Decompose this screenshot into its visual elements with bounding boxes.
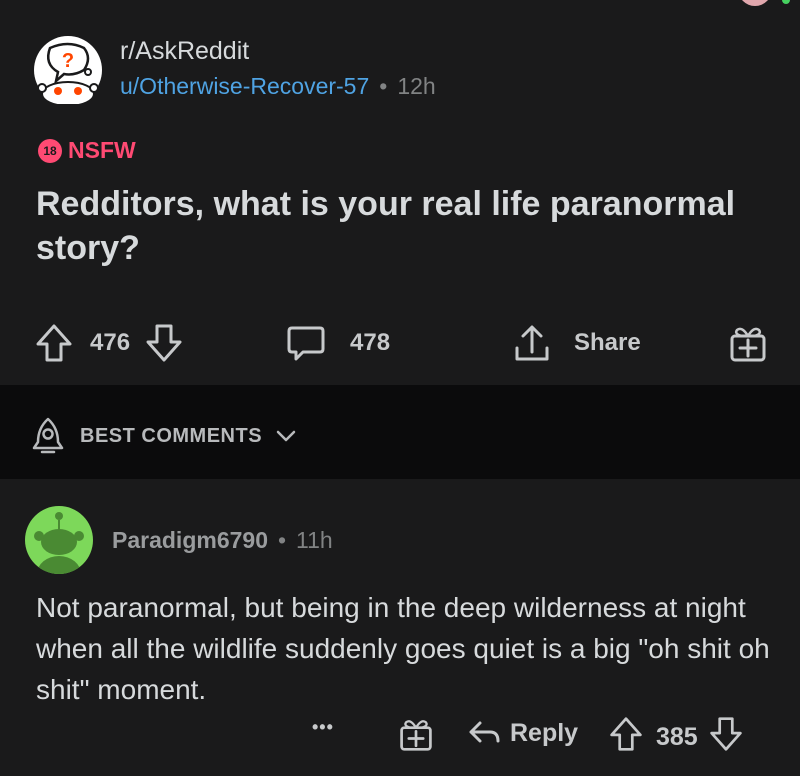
comment-card: Paradigm6790 • 11h Not paranormal, but bei… [0,479,800,776]
comment-vote-group: 385 [608,715,744,760]
subreddit-name[interactable]: r/AskReddit [120,37,249,66]
downvote-button[interactable] [144,322,184,364]
chevron-down-icon [276,430,296,442]
more-options-button[interactable]: ••• [312,717,334,738]
comment-upvote-button[interactable] [608,715,644,760]
post-author[interactable]: u/Otherwise-Recover-57 [120,73,369,99]
gift-award-icon [730,327,766,362]
comment-author[interactable]: Paradigm6790 [112,527,268,553]
rocket-icon [32,417,64,454]
upvote-arrow-icon [36,324,72,362]
svg-text:?: ? [62,50,74,72]
post-title[interactable]: Redditors, what is your real life parano… [36,182,756,270]
comment-count: 478 [350,329,391,356]
upvote-button[interactable] [34,322,74,364]
downvote-arrow-icon [146,324,182,362]
comment-bubble-icon [287,326,325,361]
vote-group: 476 [34,322,184,364]
downvote-arrow-icon [709,717,742,751]
meta-separator: • [277,527,287,553]
comment-score: 385 [656,723,698,751]
sort-label: BEST COMMENTS [80,424,263,447]
subreddit-avatar[interactable]: ? [34,36,102,107]
meta-separator: • [379,73,388,99]
award-button[interactable] [728,322,768,364]
nsfw-label: NSFW [68,137,136,163]
comment-body: Not paranormal, but being in the deep wi… [36,592,770,705]
comments-button[interactable]: 478 [286,322,390,364]
sort-selector[interactable]: BEST COMMENTS [28,416,298,456]
comment-downvote-button[interactable] [708,715,744,760]
nsfw-tag: 18 NSFW [38,137,136,164]
snoo-avatar-icon [34,512,84,574]
comment-meta: Paradigm6790 • 11h [112,527,333,554]
reply-label: Reply [510,718,579,747]
comment-sort-bar: BEST COMMENTS [0,385,800,479]
reply-arrow-icon [469,721,500,743]
post-age: 12h [397,73,436,99]
comment-age: 11h [296,527,333,553]
post-action-bar: 476 478 Share [0,320,800,366]
share-button[interactable]: Share [512,322,641,364]
user-avatar-partial[interactable] [738,0,772,6]
comment-action-bar: ••• Reply 385 [0,715,800,755]
comment-award-button[interactable] [398,715,434,753]
post-meta: u/Otherwise-Recover-57 • 12h [120,73,436,100]
post-card: ? r/AskReddit u/Otherwise-Recover-57 • 12h… [0,0,800,385]
gift-award-icon [400,720,432,751]
nsfw-18-icon: 18 [38,138,62,163]
upvote-arrow-icon [610,717,642,751]
share-icon [515,325,549,361]
online-status-dot [782,0,790,4]
askreddit-logo-icon: ? [37,42,99,107]
post-vote-count: 476 [90,329,131,356]
reply-button[interactable]: Reply [466,715,578,751]
share-label: Share [574,329,641,356]
commenter-avatar[interactable] [25,506,93,574]
